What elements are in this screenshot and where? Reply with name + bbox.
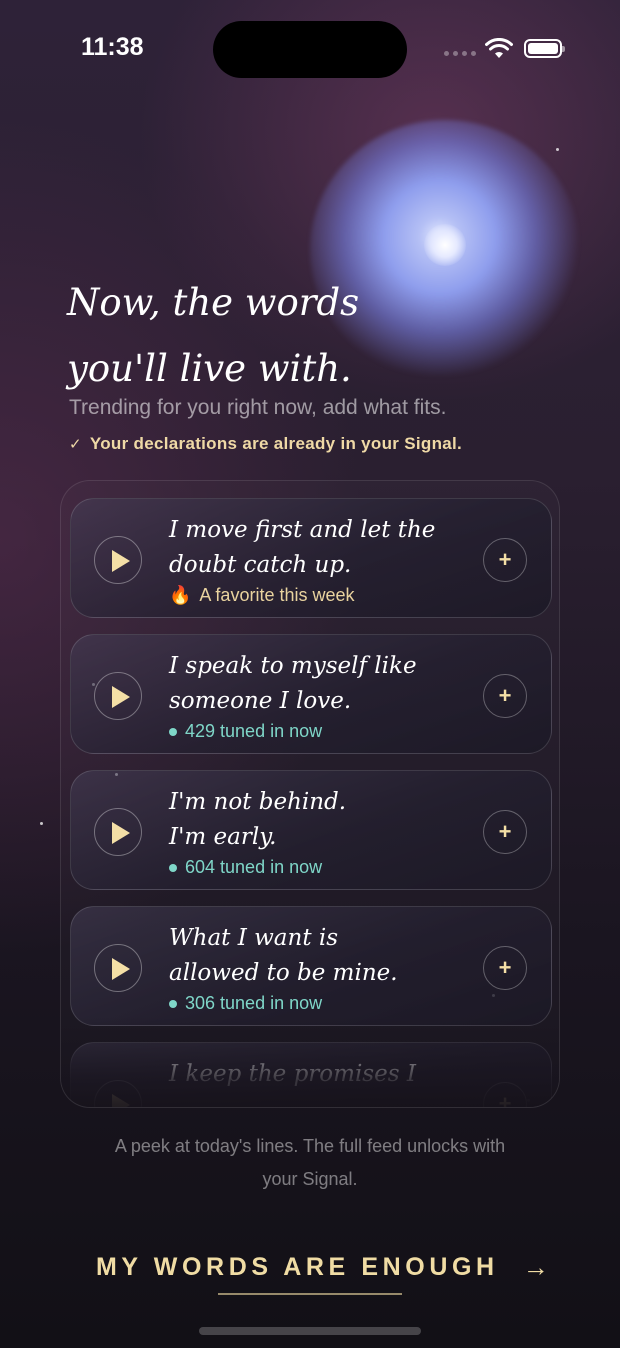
declaration-line: I'm not behind.: [169, 789, 347, 815]
status-time: 11:38: [81, 33, 144, 61]
play-icon[interactable]: [94, 536, 142, 584]
add-button[interactable]: +: [483, 946, 527, 990]
confirmation-text: Your declarations are already in your Si…: [89, 434, 463, 453]
play-icon[interactable]: [94, 672, 142, 720]
screen: 11:38 Now, the words you'll live with. T…: [0, 0, 620, 1348]
declaration-text: I move first and let the doubt catch up.: [169, 513, 469, 583]
declaration-line: doubt catch up.: [169, 552, 352, 578]
play-icon[interactable]: [94, 808, 142, 856]
cta-label: MY WORDS ARE ENOUGH: [96, 1253, 499, 1281]
page-title: Now, the words you'll live with.: [67, 270, 487, 402]
declaration-card[interactable]: What I want is allowed to be mine. 306 t…: [70, 906, 552, 1026]
declaration-text: I keep the promises I: [169, 1057, 469, 1092]
live-count: 306 tuned in now: [169, 993, 322, 1014]
add-button[interactable]: +: [483, 810, 527, 854]
add-button[interactable]: +: [483, 674, 527, 718]
arrow-right-icon: →: [522, 1252, 549, 1282]
title-line-2: you'll live with.: [67, 347, 352, 390]
live-count: 429 tuned in now: [169, 721, 322, 742]
battery-icon: [524, 39, 565, 58]
declaration-card[interactable]: I'm not behind. I'm early. 604 tuned in …: [70, 770, 552, 890]
favorite-badge: 🔥 A favorite this week: [169, 585, 355, 606]
title-line-1: Now, the words: [67, 281, 360, 324]
page-subtitle: Trending for you right now, add what fit…: [69, 396, 447, 419]
declaration-line: someone I love.: [169, 688, 352, 714]
declaration-line: allowed to be mine.: [169, 960, 398, 986]
star-dot: [556, 148, 559, 151]
continue-button[interactable]: MY WORDS ARE ENOUGH →: [96, 1252, 549, 1283]
wifi-icon: [485, 38, 513, 58]
declaration-line: I move first and let the: [169, 517, 436, 543]
peek-line: your Signal.: [262, 1169, 358, 1189]
declaration-line: I'm early.: [169, 824, 277, 850]
dynamic-island: [213, 21, 407, 78]
declarations-list[interactable]: I move first and let the doubt catch up.…: [60, 480, 560, 1108]
add-button[interactable]: +: [483, 538, 527, 582]
declaration-text: What I want is allowed to be mine.: [169, 921, 469, 991]
declaration-card[interactable]: I move first and let the doubt catch up.…: [70, 498, 552, 618]
declaration-text: I speak to myself like someone I love.: [169, 649, 469, 719]
home-indicator[interactable]: [199, 1327, 421, 1335]
star-dot: [40, 822, 43, 825]
live-dot-icon: [169, 999, 177, 1008]
meta-text: 306 tuned in now: [185, 993, 323, 1013]
cellular-signal-icon: [444, 51, 476, 56]
peek-note: A peek at today's lines. The full feed u…: [80, 1130, 540, 1196]
play-icon[interactable]: [94, 1080, 142, 1107]
declaration-text: I'm not behind. I'm early.: [169, 785, 469, 855]
declaration-line: What I want is: [169, 925, 339, 951]
meta-text: A favorite this week: [199, 585, 355, 605]
signal-confirmation: ✓ Your declarations are already in your …: [69, 434, 462, 454]
cta-underline: [218, 1293, 402, 1295]
declaration-card[interactable]: I speak to myself like someone I love. 4…: [70, 634, 552, 754]
peek-line: A peek at today's lines. The full feed u…: [114, 1136, 506, 1156]
live-dot-icon: [169, 727, 177, 736]
flame-icon: 🔥: [169, 585, 192, 605]
meta-text: 604 tuned in now: [185, 857, 323, 877]
check-icon: ✓: [69, 436, 82, 453]
declaration-line: I speak to myself like: [169, 653, 417, 679]
meta-text: 429 tuned in now: [185, 721, 323, 741]
orb-core: [424, 224, 466, 266]
add-button[interactable]: +: [483, 1082, 527, 1107]
declaration-card[interactable]: I keep the promises I +: [70, 1042, 552, 1107]
declaration-line: I keep the promises I: [169, 1061, 416, 1087]
live-count: 604 tuned in now: [169, 857, 322, 878]
live-dot-icon: [169, 863, 177, 872]
play-icon[interactable]: [94, 944, 142, 992]
